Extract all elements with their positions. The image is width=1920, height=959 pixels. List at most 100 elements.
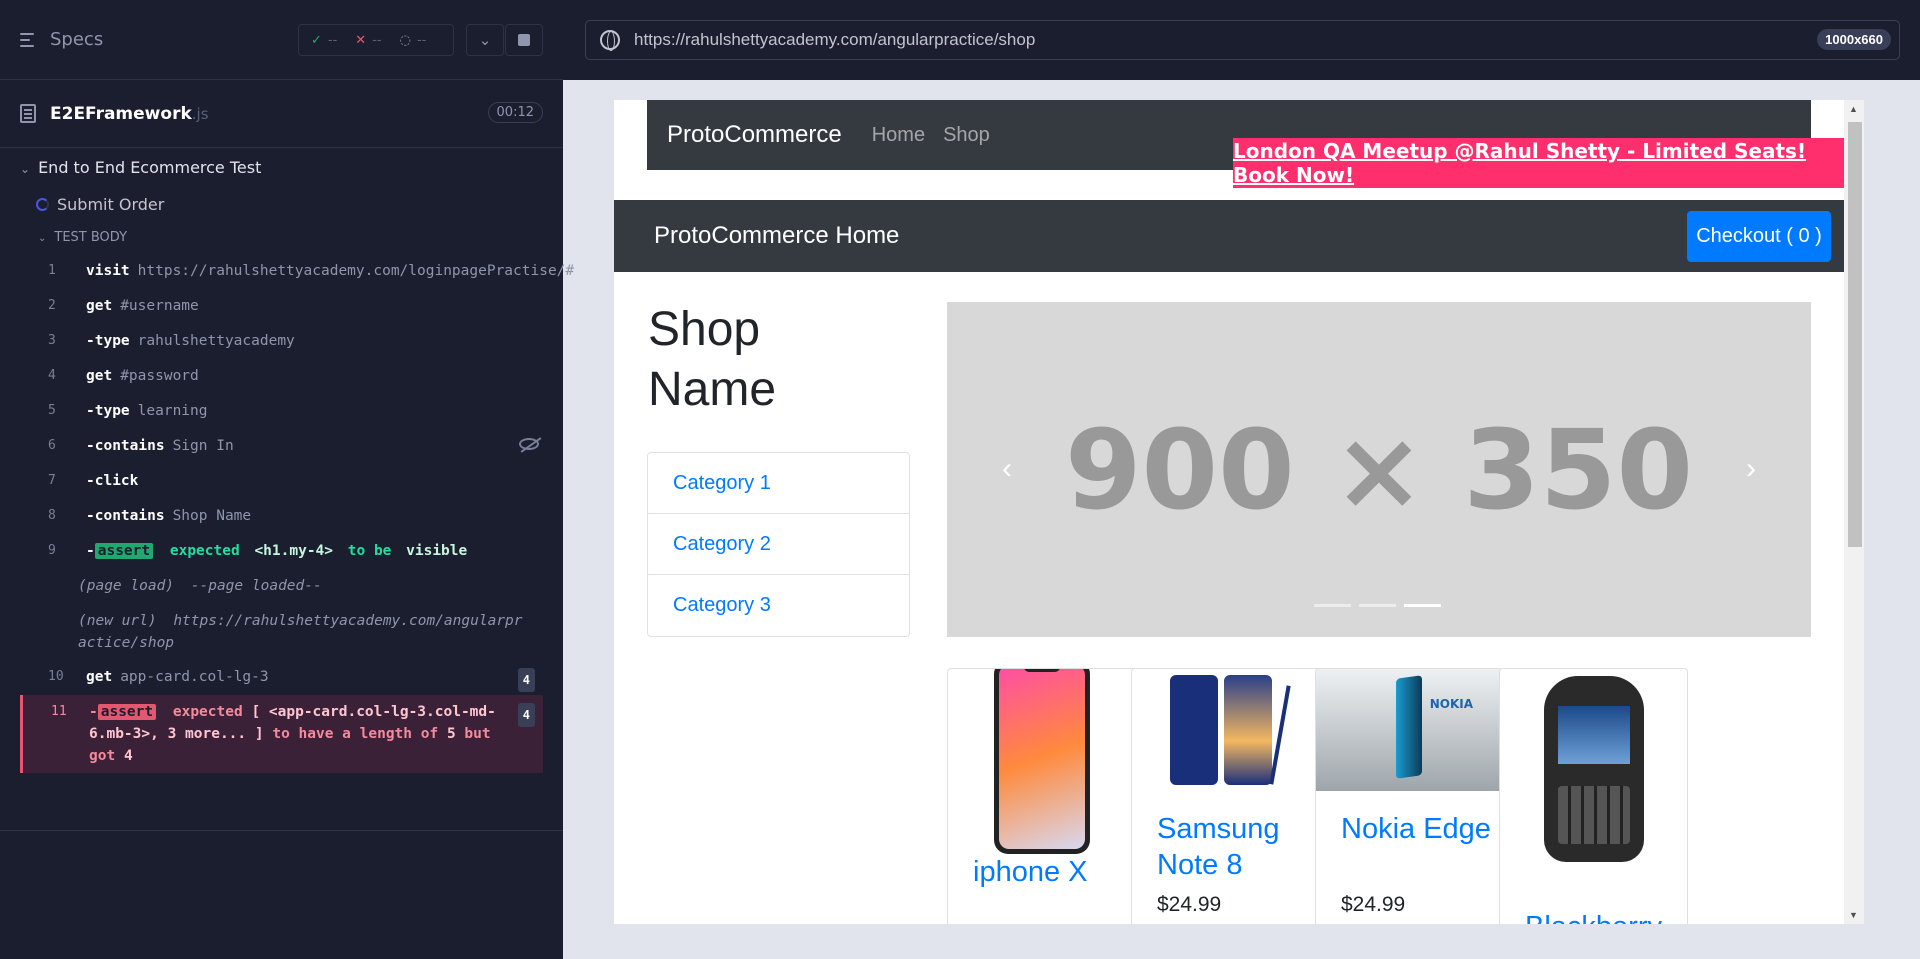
assert-command-row[interactable]: 9 - assert expected <h1.my-4> to be visib… <box>20 534 543 569</box>
command-row[interactable]: 10 get app-card.col-lg-3 4 <box>20 660 543 695</box>
product-title[interactable]: Nokia Edge <box>1341 811 1491 847</box>
command-number: 5 <box>48 403 56 418</box>
command-row[interactable]: 8 -contains Shop Name <box>20 499 543 534</box>
duration-badge: 00:12 <box>487 102 543 123</box>
product-price: $24.99 <box>1341 893 1406 916</box>
product-title[interactable]: Samsung Note 8 <box>1157 811 1307 883</box>
command-row[interactable]: 1 visit https://rahulshettyacademy.com/log… <box>20 254 574 289</box>
command-arg: app-card.col-lg-3 <box>120 669 269 685</box>
category-item[interactable]: Category 2 <box>648 514 909 575</box>
chevron-down-icon[interactable]: ⌄ <box>466 24 504 56</box>
event-label: (new url) <box>78 613 157 629</box>
spec-file-ext: .js <box>191 104 209 123</box>
suite-title[interactable]: ⌄ End to End Ecommerce Test <box>20 158 261 177</box>
phone-image: NOKIA <box>1316 669 1503 791</box>
pending-icon: ◌ <box>399 32 411 48</box>
nokia-logo: NOKIA <box>1429 697 1473 711</box>
command-row[interactable]: 6 -contains Sign In <box>20 429 543 464</box>
test-title-text: Submit Order <box>57 195 165 214</box>
document-icon <box>20 104 36 123</box>
command-number: 1 <box>48 263 56 278</box>
product-card: Blackberry <box>1499 668 1688 924</box>
chevron-down-icon: ⌄ <box>20 162 31 176</box>
command-arg: #username <box>120 298 199 314</box>
chevron-left-icon[interactable]: ‹ <box>1002 452 1012 486</box>
command-number: 9 <box>48 543 56 558</box>
command-row[interactable]: 7 -click <box>20 464 543 499</box>
assert-word: to be <box>347 543 392 559</box>
globe-icon <box>600 30 620 51</box>
checkout-button[interactable]: Checkout ( 0 ) <box>1687 211 1831 262</box>
command-arg: #password <box>120 368 199 384</box>
cypress-reporter: Specs ✓ -- ✕ -- ◌ -- ⌄ E2EFramework .js 0… <box>0 0 574 959</box>
command-number: 8 <box>48 508 56 523</box>
promo-banner: London QA Meetup @Rahul Shetty - Limited… <box>1233 138 1845 188</box>
command-log: 1 visit https://rahulshettyacademy.com/log… <box>20 254 574 773</box>
assert-word: to have a length of <box>272 726 439 742</box>
scrollbar-thumb[interactable] <box>1848 122 1862 547</box>
failed-count: -- <box>372 32 382 48</box>
category-item[interactable]: Category 3 <box>648 575 909 636</box>
category-item[interactable]: Category 1 <box>648 453 909 514</box>
pending-count: -- <box>416 32 427 48</box>
command-arg: learning <box>137 403 208 419</box>
command-number: 4 <box>48 368 56 383</box>
specs-list-icon[interactable] <box>20 31 42 49</box>
url-field[interactable]: https://rahulshettyacademy.com/angularpr… <box>585 20 1900 60</box>
command-number: 10 <box>48 669 64 684</box>
product-title[interactable]: Blackberry <box>1525 909 1675 924</box>
phone-image <box>1543 676 1644 862</box>
test-title[interactable]: Submit Order <box>36 195 164 214</box>
failed-assert-row[interactable]: 11 - assert expected [ <app-card.col-lg-3… <box>20 695 543 773</box>
command-row[interactable]: 4 get #password <box>20 359 543 394</box>
viewport-size-badge[interactable]: 1000x660 <box>1817 29 1891 50</box>
stop-button[interactable] <box>505 24 543 56</box>
carousel-indicator[interactable] <box>1359 604 1396 607</box>
assert-pass-tag: assert <box>94 543 154 559</box>
phone-image <box>993 669 1090 854</box>
element-count-badge: 4 <box>517 703 535 727</box>
carousel-indicator-active[interactable] <box>1404 604 1441 607</box>
home-title[interactable]: ProtoCommerce Home <box>654 222 899 250</box>
command-name: -contains <box>86 438 165 454</box>
reporter-header: Specs ✓ -- ✕ -- ◌ -- ⌄ <box>0 0 563 80</box>
assert-fail-tag: assert <box>97 704 157 720</box>
command-prefix: - <box>86 543 95 559</box>
command-number: 3 <box>48 333 56 348</box>
specs-label[interactable]: Specs <box>50 29 103 50</box>
carousel-indicator[interactable] <box>1314 604 1351 607</box>
passed-count: -- <box>327 32 338 48</box>
element-count-badge: 4 <box>517 668 535 692</box>
scroll-down-icon[interactable]: ▼ <box>1849 910 1858 920</box>
carousel-placeholder-text: 900 × 350 <box>1065 405 1693 534</box>
command-arg: rahulshettyacademy <box>137 333 295 349</box>
app-under-test-frame: ProtoCommerce Home Shop London QA Meetup… <box>614 100 1864 924</box>
product-card: Samsung Note 8 $24.99 <box>1131 668 1320 924</box>
promo-link[interactable]: London QA Meetup @Rahul Shetty - Limited… <box>1233 139 1845 187</box>
command-number: 11 <box>51 704 67 719</box>
new-url-event[interactable]: (new url) https://rahulshettyacademy.com… <box>20 604 543 660</box>
product-image <box>948 669 1135 854</box>
carousel-indicators <box>1314 604 1441 607</box>
command-number: 6 <box>48 438 56 453</box>
command-name: -type <box>86 333 130 349</box>
scroll-up-icon[interactable]: ▲ <box>1849 104 1858 114</box>
nav-link-home[interactable]: Home <box>872 124 925 147</box>
nav-link-shop[interactable]: Shop <box>943 124 990 147</box>
chevron-down-icon: ⌄ <box>38 233 47 244</box>
command-name: -type <box>86 403 130 419</box>
command-arg: Sign In <box>172 438 234 454</box>
product-title[interactable]: iphone X <box>973 854 1123 890</box>
page-load-event[interactable]: (page load) --page loaded-- <box>20 569 543 604</box>
scrollbar[interactable]: ▲ ▼ <box>1844 100 1864 924</box>
command-row[interactable]: 2 get #username <box>20 289 543 324</box>
chevron-right-icon[interactable]: › <box>1746 452 1756 486</box>
command-row[interactable]: 3 -type rahulshettyacademy <box>20 324 543 359</box>
command-row[interactable]: 5 -type learning <box>20 394 543 429</box>
brand-link[interactable]: ProtoCommerce <box>667 121 842 149</box>
command-name: get <box>86 669 113 685</box>
spec-file-row[interactable]: E2EFramework .js 00:12 <box>0 80 563 148</box>
command-name: -contains <box>86 508 165 524</box>
stop-icon <box>518 34 530 46</box>
test-body-toggle[interactable]: ⌄ TEST BODY <box>38 230 127 245</box>
